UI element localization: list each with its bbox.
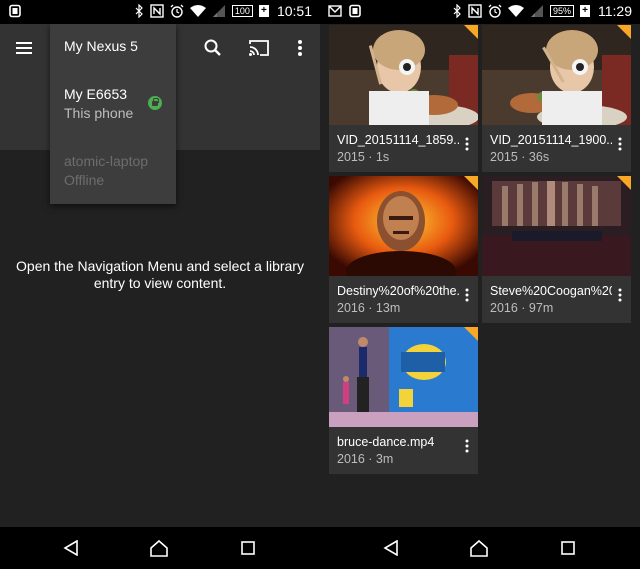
- video-meta: 2015 · 1s: [337, 150, 390, 164]
- nfc-icon: [468, 4, 482, 18]
- wifi-icon: [189, 5, 206, 17]
- more-vert-icon[interactable]: [464, 288, 470, 302]
- back-icon[interactable]: [383, 540, 399, 556]
- status-bar: 95% + 11:29: [320, 0, 640, 24]
- thumbnail-image: [329, 327, 478, 427]
- navigation-bar: [320, 527, 640, 569]
- new-badge-corner: [617, 25, 631, 39]
- dropdown-item-subtitle: Offline: [64, 172, 105, 188]
- screen-recorder-icon: [9, 4, 21, 18]
- new-badge-corner: [464, 25, 478, 39]
- video-title: VID_20151114_1900...: [490, 133, 612, 147]
- thumbnail-image: [329, 176, 478, 276]
- dropdown-item-title: atomic-laptop: [64, 153, 149, 169]
- screen-recorder-icon: [349, 4, 361, 18]
- new-badge-corner: [617, 176, 631, 190]
- status-time: 10:51: [276, 3, 312, 19]
- home-icon[interactable]: [149, 539, 169, 557]
- video-meta: 2016 · 13m: [337, 301, 401, 315]
- wifi-icon: [507, 5, 524, 17]
- navigation-bar: [0, 527, 320, 569]
- thumbnail-image: [329, 25, 478, 125]
- video-title: Steve%20Coogan%20...: [490, 284, 612, 298]
- dropdown-item-my-nexus-5[interactable]: My Nexus 5: [64, 38, 138, 54]
- video-card[interactable]: bruce-dance.mp4 2016 · 3m: [329, 327, 478, 474]
- server-dropdown-menu: My Nexus 5 My E6653 This phone atomic-la…: [50, 24, 176, 204]
- alarm-icon: [170, 4, 184, 18]
- status-time: 11:29: [598, 3, 632, 19]
- nfc-icon: [150, 4, 164, 18]
- video-title: VID_20151114_1859...: [337, 133, 459, 147]
- lock-icon: [148, 96, 162, 110]
- video-title: bruce-dance.mp4: [337, 435, 435, 449]
- video-thumbnail[interactable]: [482, 176, 631, 276]
- search-icon[interactable]: [203, 38, 223, 58]
- more-vert-icon[interactable]: [617, 137, 623, 151]
- thumbnail-image: [482, 25, 631, 125]
- video-meta: 2015 · 36s: [490, 150, 550, 164]
- back-icon[interactable]: [63, 540, 79, 556]
- video-card[interactable]: VID_20151114_1900... 2015 · 36s: [482, 25, 631, 172]
- bluetooth-icon: [135, 4, 143, 18]
- signal-icon: [212, 5, 225, 17]
- left-phone-screen: 100 + 10:51 My Nexus 5 My E6653 This pho…: [0, 0, 320, 569]
- thumbnail-image: [482, 176, 631, 276]
- dropdown-item-title: My E6653: [64, 86, 128, 102]
- battery-indicator: 95%: [549, 5, 574, 17]
- empty-state-message: Open the Navigation Menu and select a li…: [16, 258, 304, 291]
- video-card[interactable]: VID_20151114_1859... 2015 · 1s: [329, 25, 478, 172]
- video-title: Destiny%20of%20the...: [337, 284, 459, 298]
- bluetooth-icon: [453, 4, 461, 18]
- dropdown-item-subtitle: This phone: [64, 105, 134, 121]
- video-meta: 2016 · 3m: [337, 452, 394, 466]
- charging-icon: +: [580, 5, 590, 17]
- battery-level: 100: [234, 6, 250, 16]
- more-vert-icon[interactable]: [464, 439, 470, 453]
- new-badge-corner: [464, 327, 478, 341]
- dropdown-item-title: My Nexus 5: [64, 38, 138, 54]
- video-card[interactable]: Steve%20Coogan%20... 2016 · 97m: [482, 176, 631, 323]
- dropdown-item-atomic-laptop: atomic-laptop Offline: [64, 153, 148, 188]
- hamburger-menu-icon[interactable]: [14, 38, 34, 58]
- video-meta: 2016 · 97m: [490, 301, 554, 315]
- more-vert-icon[interactable]: [464, 137, 470, 151]
- battery-indicator: 100: [231, 5, 253, 17]
- status-bar: 100 + 10:51: [0, 0, 320, 24]
- signal-icon: [530, 5, 543, 17]
- dropdown-item-my-e6653[interactable]: My E6653 This phone: [64, 86, 133, 121]
- alarm-icon: [488, 4, 502, 18]
- video-thumbnail[interactable]: [482, 25, 631, 125]
- video-thumbnail[interactable]: [329, 25, 478, 125]
- home-icon[interactable]: [469, 539, 489, 557]
- video-card[interactable]: Destiny%20of%20the... 2016 · 13m: [329, 176, 478, 323]
- recents-icon[interactable]: [561, 541, 575, 555]
- video-thumbnail[interactable]: [329, 327, 478, 427]
- charging-icon: +: [258, 5, 269, 17]
- gmail-icon: [328, 5, 342, 17]
- video-thumbnail[interactable]: [329, 176, 478, 276]
- more-vert-icon[interactable]: [617, 288, 623, 302]
- more-vert-icon[interactable]: [292, 38, 308, 58]
- battery-level: 95%: [552, 6, 571, 16]
- recents-icon[interactable]: [241, 541, 255, 555]
- cast-icon[interactable]: [248, 38, 270, 58]
- new-badge-corner: [464, 176, 478, 190]
- right-phone-screen: 95% + 11:29 VID_20151114_1859... 2015 · …: [320, 0, 640, 569]
